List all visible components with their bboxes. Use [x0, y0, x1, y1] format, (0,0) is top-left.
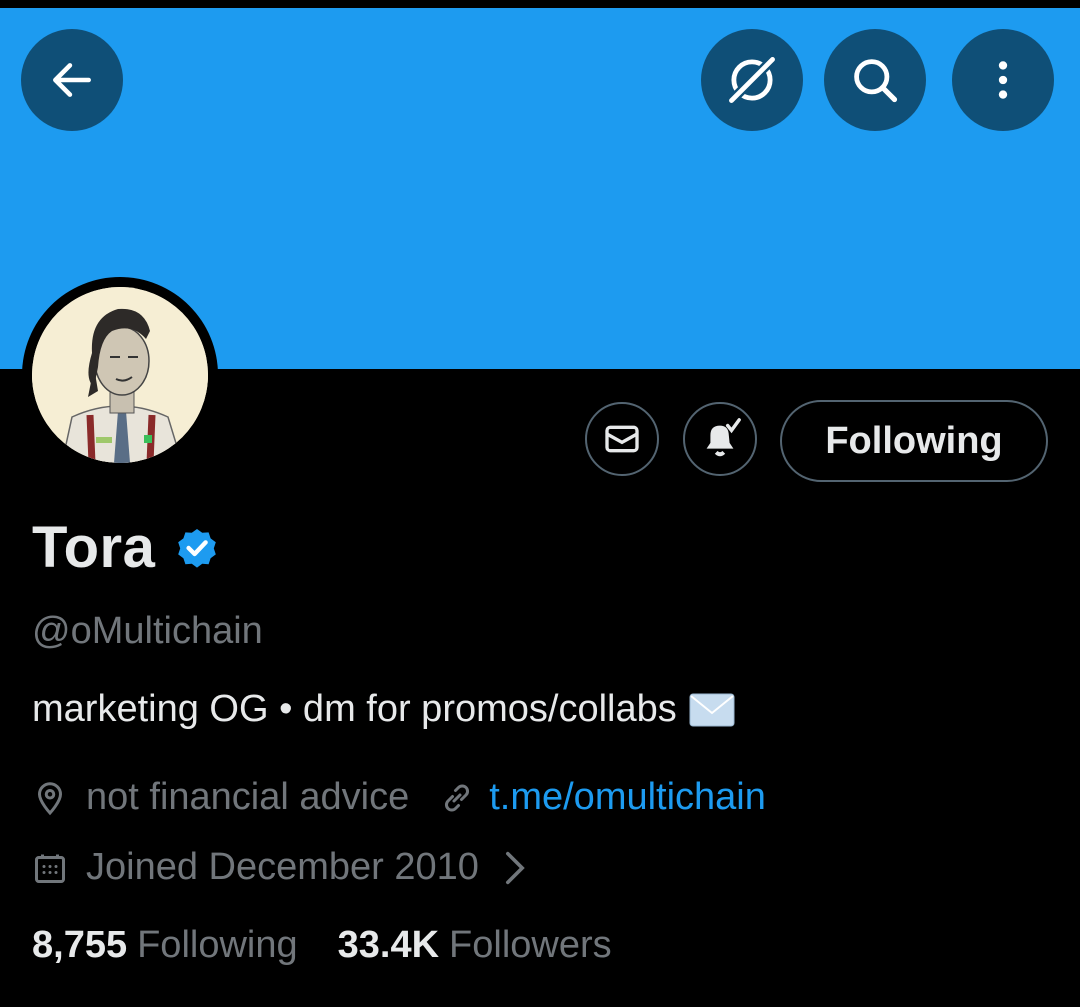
avatar-image — [32, 287, 208, 463]
profile-name-row: Tora — [32, 514, 221, 581]
profile-joined: Joined December 2010 — [86, 846, 479, 888]
profile-name: Tora — [32, 515, 156, 580]
link-icon — [445, 783, 470, 812]
profile-location: not financial advice — [86, 776, 410, 818]
envelope-emoji-icon — [689, 693, 735, 726]
following-stat[interactable]: 8,755 Following — [32, 924, 298, 967]
grok-button[interactable] — [701, 29, 803, 131]
profile-bio: marketing OG • dm for promos/collabs — [32, 688, 735, 731]
location-pin-icon — [37, 781, 63, 815]
profile-meta-location-website: not financial advice t.me/omultichain — [32, 776, 766, 819]
bell-check-icon — [706, 418, 741, 457]
search-icon — [854, 59, 898, 103]
message-button[interactable] — [585, 402, 659, 476]
more-vertical-icon — [998, 61, 1008, 99]
profile-website-link[interactable]: t.me/omultichain — [489, 776, 766, 819]
following-label: Following — [137, 924, 298, 966]
grok-icon — [726, 54, 778, 106]
notifications-button[interactable] — [683, 402, 757, 476]
verified-badge-icon[interactable] — [173, 524, 221, 572]
arrow-left-icon — [53, 63, 91, 97]
following-button[interactable]: Following — [780, 400, 1048, 482]
profile-handle: @oMultichain — [32, 610, 263, 652]
back-button[interactable] — [21, 29, 123, 131]
avatar[interactable] — [22, 277, 218, 473]
following-count: 8,755 — [32, 924, 128, 966]
status-strip — [0, 0, 1080, 8]
mail-icon — [605, 425, 639, 453]
more-button[interactable] — [952, 29, 1054, 131]
bio-text: marketing OG • dm for promos/collabs — [32, 688, 677, 730]
followers-stat[interactable]: 33.4K Followers — [338, 924, 612, 967]
calendar-icon — [35, 854, 65, 883]
search-button[interactable] — [824, 29, 926, 131]
profile-stats: 8,755 Following 33.4K Followers — [32, 924, 612, 967]
profile-meta-joined[interactable]: Joined December 2010 — [32, 846, 527, 889]
chevron-right-icon — [505, 851, 525, 884]
followers-count: 33.4K — [337, 924, 440, 966]
followers-label: Followers — [449, 924, 612, 966]
